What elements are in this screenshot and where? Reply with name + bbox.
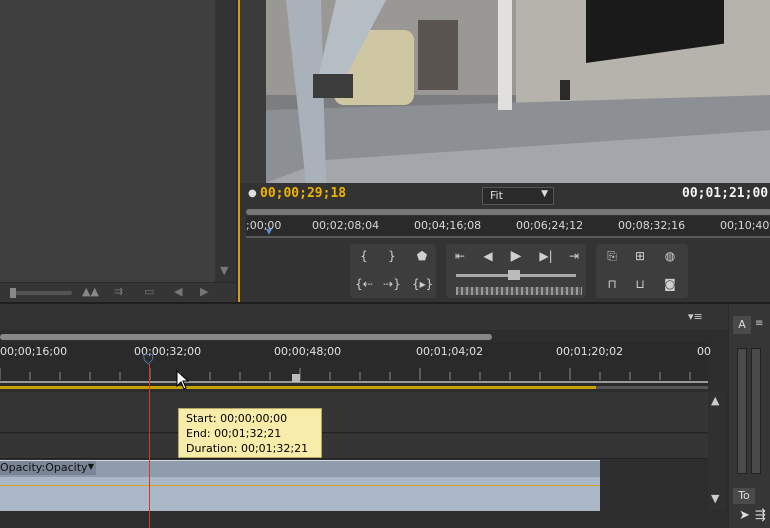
project-panel: ▼ ▲▲ ⇉ ▭ ◀ ▶	[0, 0, 236, 303]
project-list-area[interactable]	[0, 0, 216, 282]
chevron-down-icon: ▼	[541, 189, 548, 199]
playhead-marker-icon[interactable]: ▾	[266, 224, 272, 238]
tools-tab-label: To	[738, 489, 750, 502]
audio-meter-right	[751, 348, 761, 474]
scroll-left-icon[interactable]: ◀	[174, 285, 182, 298]
lift-icon[interactable]: ⊓	[602, 277, 622, 291]
opacity-rubber-band[interactable]	[0, 485, 600, 486]
automate-to-sequence-icon[interactable]: ⇉	[114, 285, 123, 298]
meters-tab-label: A	[738, 318, 746, 331]
overwrite-icon[interactable]: ⊞	[630, 249, 650, 263]
video-image	[266, 0, 770, 183]
timeline-ruler-label: 00;01;04;02	[416, 345, 484, 358]
duration-timecode: 00;01;21;00	[682, 186, 769, 201]
zoom-select-value: Fit	[490, 189, 503, 202]
extract-icon[interactable]: ⊔	[630, 277, 650, 291]
monitor-left-margin	[240, 0, 266, 183]
playhead-indicator-icon: ●	[248, 188, 257, 199]
work-area-bar[interactable]	[0, 386, 598, 389]
panel-menu-icon[interactable]: ≡	[755, 318, 763, 329]
project-bottom-bar: ▲▲ ⇉ ▭ ◀ ▶	[0, 282, 236, 303]
timeline-ruler-label: 00;01;20;02	[556, 345, 624, 358]
scroll-down-icon[interactable]: ▼	[711, 492, 719, 505]
go-to-out-icon[interactable]: ⇢}	[382, 277, 402, 291]
play-in-to-out-icon[interactable]: {▸}	[412, 277, 433, 291]
clip-info-tooltip: Start: 00;00;00;00 End: 00;01;32;21 Dura…	[178, 408, 322, 458]
program-monitor: ● 00;00;29;18 Fit ▼ 00;01;21;00 ;00;00 0…	[238, 0, 770, 302]
timeline-ruler-label: 00;00;16;00	[0, 345, 68, 358]
timeline-ruler-label: 00;00;48;00	[274, 345, 342, 358]
export-frame-icon[interactable]: ◙	[660, 277, 680, 291]
selection-tool-icon[interactable]: ➤	[739, 508, 750, 523]
zoom-select[interactable]: Fit ▼	[482, 187, 554, 205]
mouse-cursor-icon	[176, 370, 190, 390]
set-out-icon[interactable]: }	[382, 249, 402, 263]
video-track-upper[interactable]	[0, 392, 708, 433]
go-to-previous-edit-icon[interactable]: ⇤	[450, 249, 470, 263]
tooltip-end: End: 00;01;32;21	[186, 427, 282, 440]
zoom-slider[interactable]	[12, 291, 72, 295]
jog-wheel[interactable]	[456, 287, 582, 295]
audio-meters-panel: A ≡	[729, 304, 770, 486]
monitor-ruler-label: 00;04;16;08	[414, 219, 482, 232]
video-frame	[266, 0, 770, 183]
shuttle-slider-thumb[interactable]	[508, 270, 520, 280]
output-icon[interactable]: ◍	[660, 249, 680, 263]
monitor-zoom-bar[interactable]	[246, 209, 770, 215]
render-bar-red	[596, 386, 708, 389]
play-icon[interactable]: ▶	[506, 248, 526, 264]
go-to-in-icon[interactable]: {⇠	[354, 277, 374, 291]
marker-icon[interactable]: ⬟	[412, 249, 432, 263]
scroll-up-icon[interactable]: ▲	[711, 394, 719, 407]
tools-tab[interactable]: To	[733, 488, 755, 504]
timeline-ruler-label: 00	[697, 345, 711, 358]
tools-panel: To ➤ ⇶	[729, 486, 770, 528]
meters-tab[interactable]: A	[733, 316, 751, 334]
opacity-dropdown[interactable]: Opacity:Opacity ▼	[0, 461, 96, 475]
playhead-line	[149, 364, 150, 528]
go-to-next-edit-icon[interactable]: ⇥	[564, 249, 584, 263]
zoom-slider-thumb[interactable]	[10, 288, 16, 298]
project-scrollbar[interactable]: ▼	[215, 0, 236, 282]
video-track-lower[interactable]	[0, 434, 708, 459]
panel-menu-icon[interactable]: ▾≡	[688, 310, 703, 323]
monitor-ruler-label: 00;10;40	[720, 219, 770, 232]
step-forward-icon[interactable]: ▶|	[536, 249, 556, 263]
zoom-mountain-icon: ▲▲	[82, 285, 99, 298]
timeline-zoom-bar[interactable]	[0, 334, 492, 340]
monitor-ruler-label: 00;08;32;16	[618, 219, 686, 232]
chevron-down-icon: ▼	[87, 462, 94, 471]
opacity-dropdown-label: Opacity:Opacity	[0, 461, 88, 474]
tooltip-duration: Duration: 00;01;32;21	[186, 442, 309, 455]
set-in-icon[interactable]: {	[354, 249, 374, 263]
tooltip-start: Start: 00;00;00;00	[186, 412, 288, 425]
monitor-ruler-label: 00;02;08;04	[312, 219, 380, 232]
timeline-vertical-scrollbar[interactable]: ▲ ▼	[708, 392, 726, 510]
insert-icon[interactable]: ⎘	[602, 249, 622, 264]
timeline-panel: ▾≡ 00;00;16;00 00;00;32;00 00;00;48;00 0…	[0, 304, 728, 528]
timeline-header	[0, 304, 728, 330]
monitor-ruler-label: 00;06;24;12	[516, 219, 584, 232]
scroll-right-icon[interactable]: ▶	[200, 285, 208, 298]
step-back-icon[interactable]: ◀	[478, 249, 498, 263]
monitor-ruler-label: ;00;00	[246, 219, 282, 232]
find-icon[interactable]: ▭	[144, 285, 154, 298]
scroll-down-icon[interactable]: ▼	[220, 264, 228, 277]
track-select-tool-icon[interactable]: ⇶	[755, 508, 766, 523]
current-timecode[interactable]: 00;00;29;18	[260, 186, 346, 201]
audio-meter-left	[737, 348, 747, 474]
